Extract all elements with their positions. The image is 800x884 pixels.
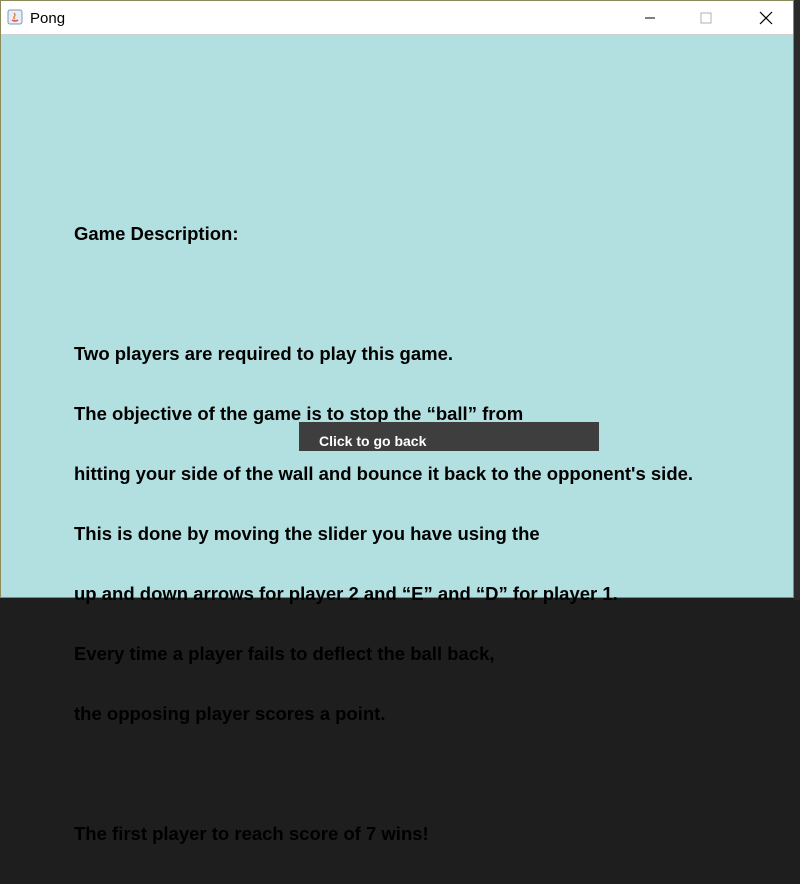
window-title: Pong	[30, 10, 66, 27]
minimize-icon	[645, 17, 655, 18]
description-heading: Game Description:	[74, 223, 239, 244]
close-button[interactable]	[743, 1, 789, 34]
description-text: Game Description: Two players are requir…	[74, 184, 693, 884]
app-window: Pong Game Description: Two players are r…	[0, 0, 794, 844]
game-description-panel: Game Description: Two players are requir…	[1, 35, 793, 844]
go-back-button[interactable]: Click to go back	[299, 422, 599, 451]
maximize-button[interactable]	[683, 1, 729, 34]
maximize-icon	[700, 12, 712, 23]
win-condition-text: The first player to reach score of 7 win…	[74, 823, 429, 844]
java-app-icon	[7, 9, 23, 25]
minimize-button[interactable]	[627, 1, 673, 34]
description-line: Every time a player fails to deflect the…	[74, 643, 495, 664]
description-line: This is done by moving the slider you ha…	[74, 523, 540, 544]
description-line: up and down arrows for player 2 and “E” …	[74, 583, 618, 604]
description-line: hitting your side of the wall and bounce…	[74, 463, 694, 484]
description-line: The objective of the game is to stop the…	[74, 403, 524, 424]
description-line: the opposing player scores a point.	[74, 703, 386, 724]
background-window-edge	[794, 0, 800, 600]
title-bar[interactable]: Pong	[1, 1, 793, 35]
description-line: Two players are required to play this ga…	[74, 343, 454, 364]
close-icon	[759, 11, 773, 24]
